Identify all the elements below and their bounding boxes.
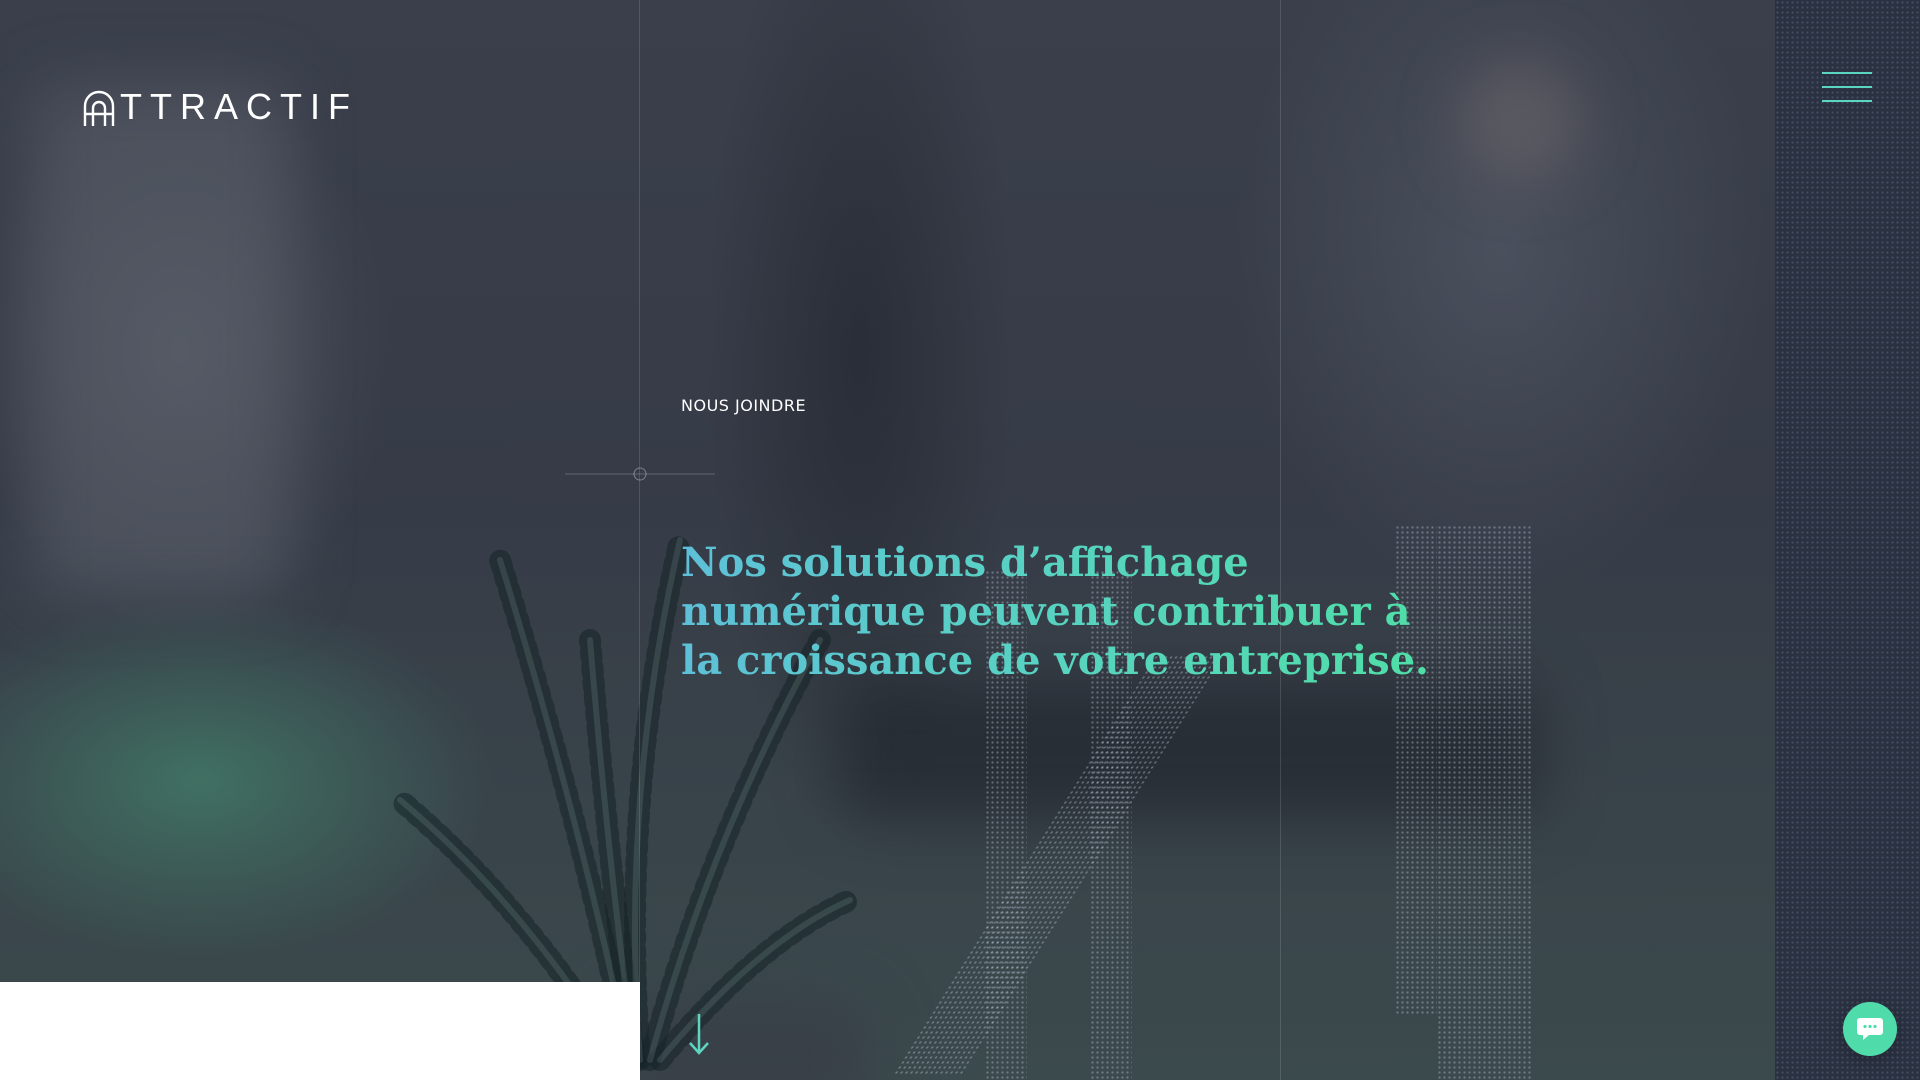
right-sidebar <box>1775 0 1920 1080</box>
content-panel-edge <box>0 982 640 1080</box>
background-blur-lamp <box>1460 60 1580 180</box>
menu-button[interactable] <box>1822 70 1874 106</box>
hero-headline: Nos solutions d’affichage numérique peuv… <box>681 538 1461 685</box>
grid-line <box>639 0 640 1080</box>
background-blur-chair <box>30 80 290 600</box>
arrow-down-icon <box>689 1014 709 1055</box>
scroll-down-button[interactable] <box>688 1014 710 1056</box>
section-eyebrow: NOUS JOINDRE <box>681 396 807 415</box>
attractif-logo-icon <box>83 90 115 126</box>
chat-button[interactable] <box>1843 1002 1897 1056</box>
chat-bubble-icon <box>1857 1018 1883 1040</box>
timeline-marker <box>565 467 715 481</box>
brand-wordmark: TTRACTIF <box>120 86 358 127</box>
